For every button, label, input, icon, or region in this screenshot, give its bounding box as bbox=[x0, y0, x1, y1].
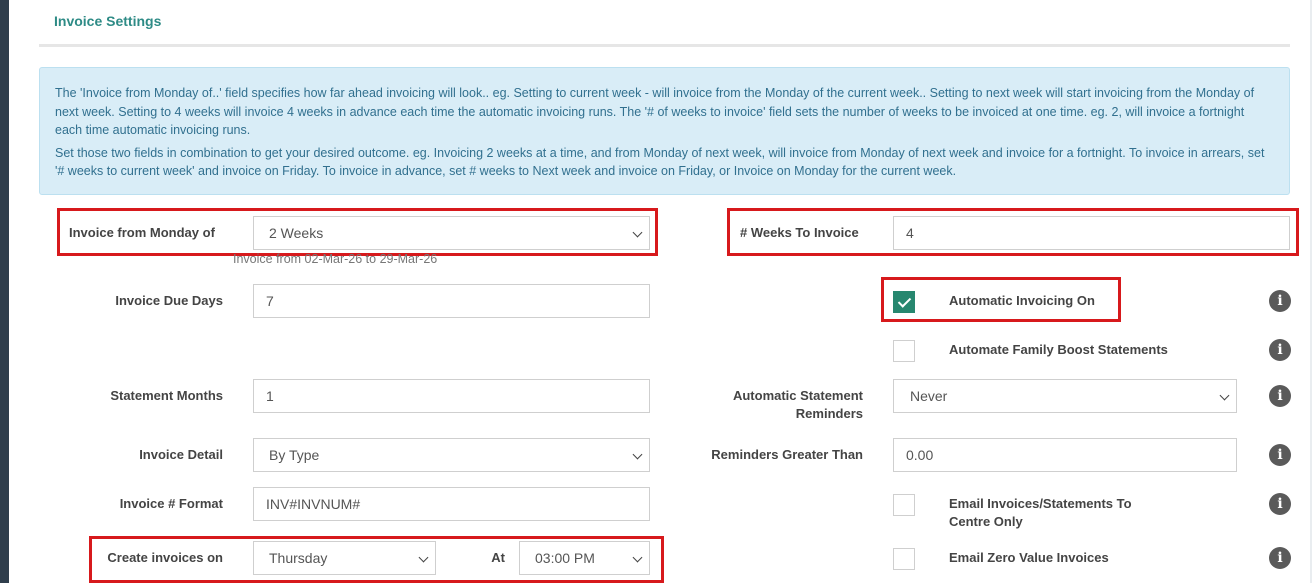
info-circle-icon[interactable]: i bbox=[1269, 493, 1291, 515]
auto-invoicing-label: Automatic Invoicing On bbox=[949, 293, 1095, 308]
info-circle-icon[interactable]: i bbox=[1269, 290, 1291, 312]
statement-reminders-select[interactable]: Never bbox=[893, 379, 1237, 413]
create-on-value: Thursday bbox=[269, 550, 328, 566]
invoice-from-label: Invoice from Monday of bbox=[69, 225, 215, 240]
family-boost-checkbox[interactable] bbox=[893, 340, 915, 362]
invoice-format-input[interactable]: INV#INVNUM# bbox=[253, 487, 650, 521]
info-paragraph-2: Set those two fields in combination to g… bbox=[55, 145, 1265, 179]
info-alert: The 'Invoice from Monday of..' field spe… bbox=[39, 67, 1290, 195]
statement-months-input[interactable]: 1 bbox=[253, 379, 650, 413]
email-zero-label: Email Zero Value Invoices bbox=[949, 550, 1109, 565]
due-days-label: Invoice Due Days bbox=[115, 293, 223, 308]
statement-months-label: Statement Months bbox=[110, 388, 223, 403]
invoice-period-hint: Invoice from 02-Mar-26 to 29-Mar-26 bbox=[233, 252, 438, 266]
info-circle-icon[interactable]: i bbox=[1269, 547, 1291, 569]
app-sidebar-edge bbox=[0, 0, 9, 583]
chevron-down-icon bbox=[418, 552, 429, 563]
invoice-detail-select[interactable]: By Type bbox=[253, 438, 650, 472]
invoice-from-value: 2 Weeks bbox=[269, 225, 324, 241]
chevron-down-icon bbox=[632, 552, 643, 563]
info-circle-icon[interactable]: i bbox=[1269, 385, 1291, 407]
chevron-down-icon bbox=[632, 227, 643, 238]
invoice-detail-value: By Type bbox=[269, 447, 320, 463]
reminders-greater-input[interactable]: 0.00 bbox=[893, 438, 1237, 472]
statement-reminders-value: Never bbox=[910, 388, 948, 404]
section-title: Invoice Settings bbox=[54, 13, 162, 29]
family-boost-label: Automate Family Boost Statements bbox=[949, 342, 1168, 357]
create-on-label: Create invoices on bbox=[107, 550, 223, 565]
due-days-input[interactable]: 7 bbox=[253, 284, 650, 318]
check-icon bbox=[897, 294, 912, 308]
invoice-format-label: Invoice # Format bbox=[119, 496, 223, 511]
auto-invoicing-checkbox[interactable] bbox=[893, 291, 915, 313]
invoice-detail-label: Invoice Detail bbox=[139, 447, 223, 462]
chevron-down-icon bbox=[1219, 390, 1230, 401]
info-circle-icon[interactable]: i bbox=[1269, 444, 1291, 466]
weeks-to-invoice-input[interactable]: 4 bbox=[893, 216, 1290, 250]
reminders-greater-label: Reminders Greater Than bbox=[711, 447, 863, 462]
statement-reminders-label: Automatic Statement Reminders bbox=[732, 388, 863, 421]
create-on-select[interactable]: Thursday bbox=[253, 541, 436, 575]
weeks-to-invoice-label: # Weeks To Invoice bbox=[740, 225, 859, 240]
email-centre-only-checkbox[interactable] bbox=[893, 494, 915, 516]
at-label: At bbox=[491, 550, 505, 565]
title-divider bbox=[39, 44, 1290, 47]
email-zero-checkbox[interactable] bbox=[893, 548, 915, 570]
chevron-down-icon bbox=[632, 449, 643, 460]
email-centre-only-label: Email Invoices/Statements To Centre Only bbox=[949, 496, 1132, 529]
at-time-value: 03:00 PM bbox=[535, 550, 595, 566]
info-paragraph-1: The 'Invoice from Monday of..' field spe… bbox=[55, 86, 1255, 137]
at-time-select[interactable]: 03:00 PM bbox=[519, 541, 650, 575]
info-circle-icon[interactable]: i bbox=[1269, 339, 1291, 361]
invoice-from-select[interactable]: 2 Weeks bbox=[253, 216, 650, 250]
